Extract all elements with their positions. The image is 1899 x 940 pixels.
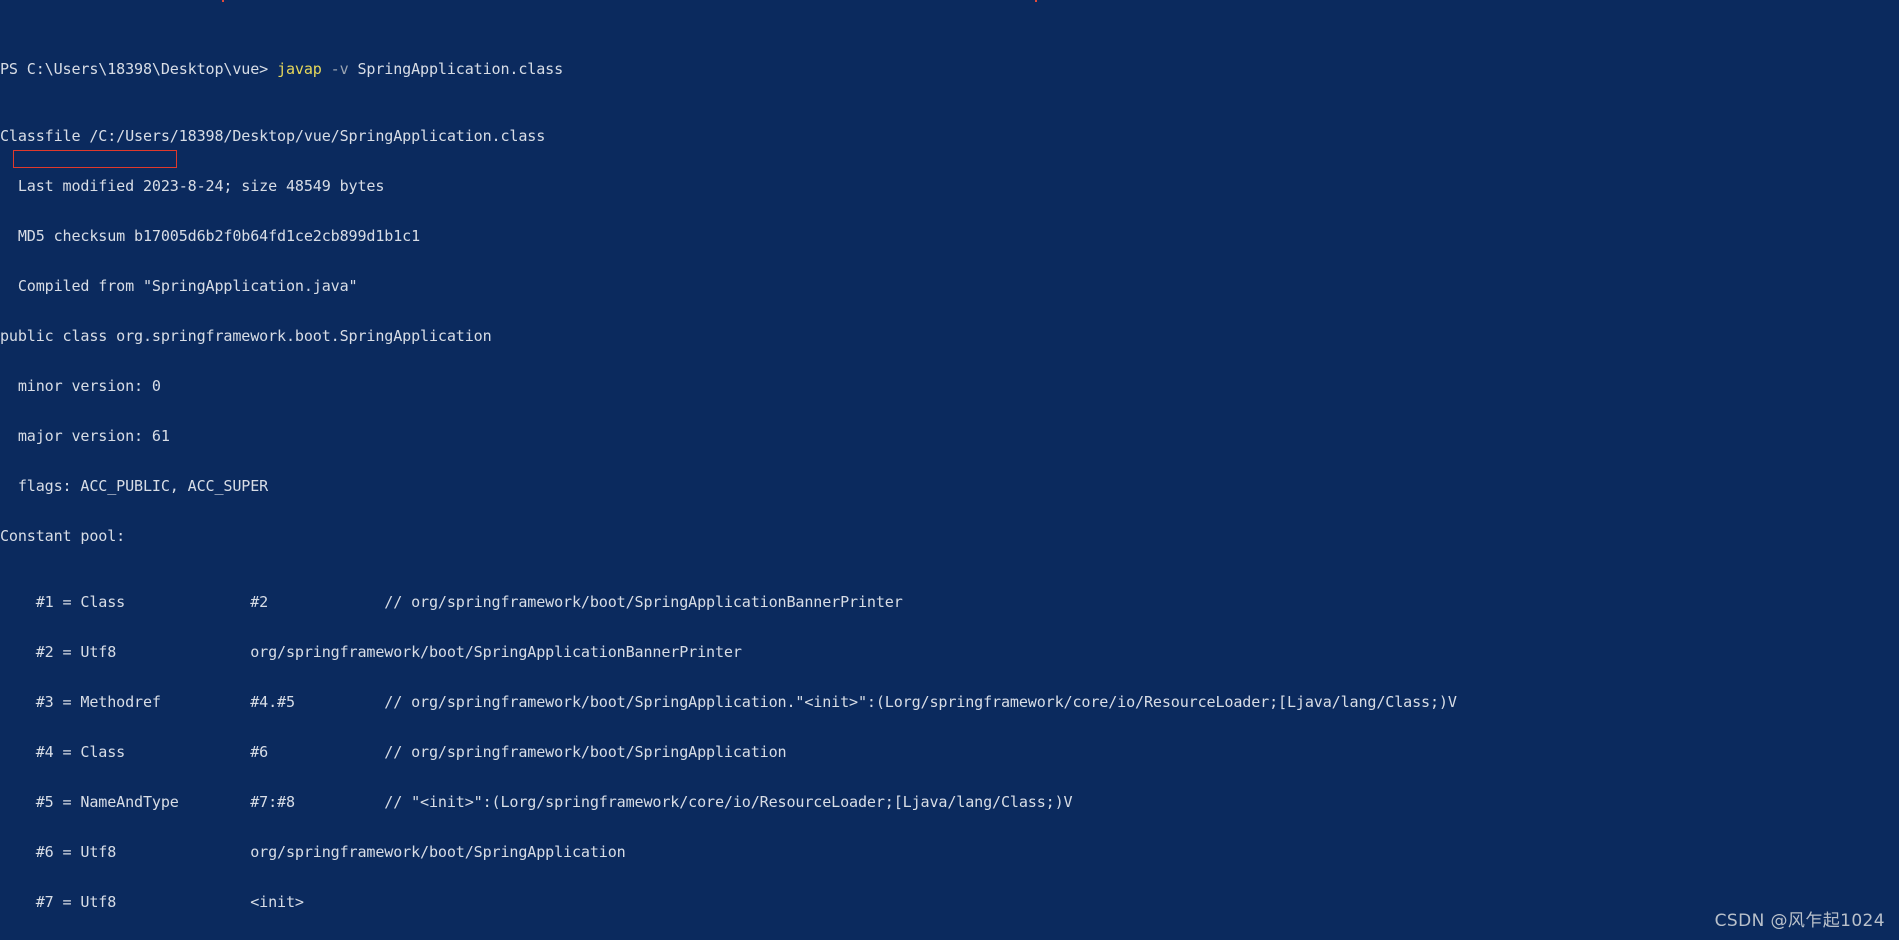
output-line-constant-pool-header: Constant pool: xyxy=(0,526,126,545)
output-line-major-version: major version: 61 xyxy=(0,426,170,445)
constant-pool-entry: #7 = Utf8 <init> xyxy=(0,893,304,912)
output-line-minor-version: minor version: 0 xyxy=(0,376,161,395)
prompt-flag: -v xyxy=(321,60,349,79)
output-line-class-declaration: public class org.springframework.boot.Sp… xyxy=(0,326,492,345)
prompt-path: PS C:\Users\18398\Desktop\vue> xyxy=(0,60,278,79)
powershell-terminal-window[interactable]: PS C:\Users\18398\Desktop\vue> javap -v … xyxy=(0,0,1899,940)
constant-pool-entry: #5 = NameAndType #7:#8 // "<init>":(Lorg… xyxy=(0,793,1073,812)
prompt-line: PS C:\Users\18398\Desktop\vue> javap -v … xyxy=(0,61,1899,78)
terminal-output-area[interactable]: PS C:\Users\18398\Desktop\vue> javap -v … xyxy=(0,11,1899,940)
constant-pool-entry: #4 = Class #6 // org/springframework/boo… xyxy=(0,743,787,762)
top-edge-strip xyxy=(0,0,1899,2)
constant-pool-entry: #1 = Class #2 // org/springframework/boo… xyxy=(0,593,903,612)
csdn-watermark: CSDN @风乍起1024 xyxy=(1714,911,1885,932)
output-line-compiled-from: Compiled from "SpringApplication.java" xyxy=(0,276,358,295)
output-line-flags: flags: ACC_PUBLIC, ACC_SUPER xyxy=(0,476,269,495)
constant-pool-entry: #6 = Utf8 org/springframework/boot/Sprin… xyxy=(0,843,626,862)
top-edge-tick-right xyxy=(1035,0,1037,2)
prompt-argument: SpringApplication.class xyxy=(348,60,564,79)
output-line-last-modified: Last modified 2023-8-24; size 48549 byte… xyxy=(0,176,385,195)
constant-pool-entry: #2 = Utf8 org/springframework/boot/Sprin… xyxy=(0,643,742,662)
prompt-command: javap xyxy=(277,60,322,79)
output-line-md5-checksum: MD5 checksum b17005d6b2f0b64fd1ce2cb899d… xyxy=(0,226,421,245)
constant-pool-entry: #3 = Methodref #4.#5 // org/springframew… xyxy=(0,693,1457,712)
top-edge-tick-left xyxy=(222,0,224,2)
output-line-classfile: Classfile /C:/Users/18398/Desktop/vue/Sp… xyxy=(0,126,546,145)
